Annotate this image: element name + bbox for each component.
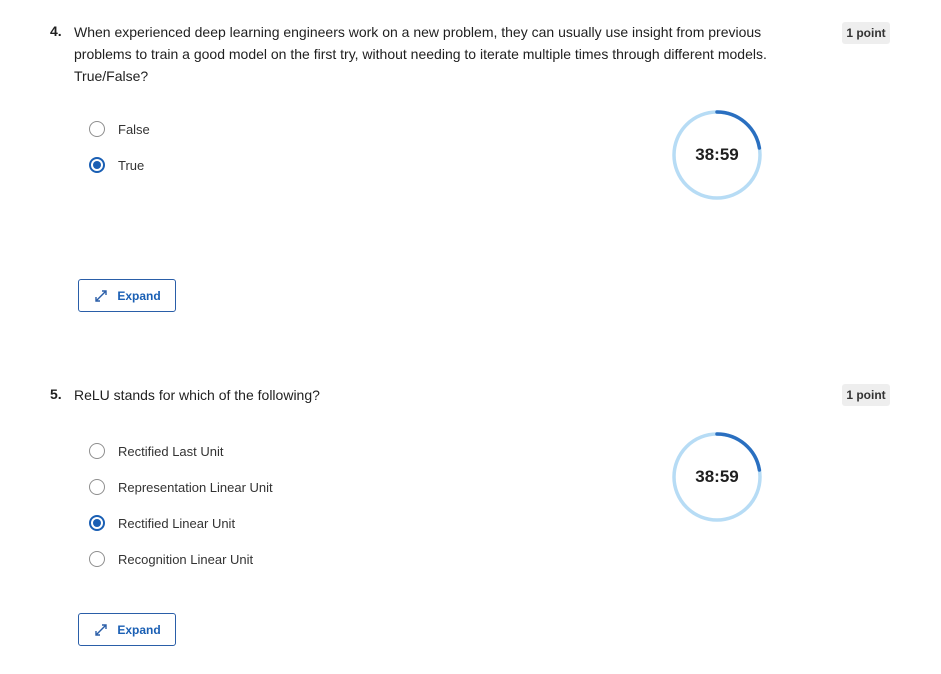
radio-button[interactable] [89, 551, 105, 567]
timer-text: 38:59 [695, 145, 739, 164]
question-number: 5. [50, 386, 62, 402]
radio-button-selected[interactable] [89, 515, 105, 531]
timer: 38:59 [670, 108, 764, 202]
expand-button[interactable]: Expand [78, 279, 176, 312]
points-badge: 1 point [842, 384, 890, 406]
radio-button[interactable] [89, 479, 105, 495]
option-label: False [118, 121, 150, 137]
timer: 38:59 [670, 430, 764, 524]
option-recognition-linear-unit[interactable]: Recognition Linear Unit [87, 548, 253, 570]
question-text: ReLU stands for which of the following? [74, 387, 320, 403]
expand-button[interactable]: Expand [78, 613, 176, 646]
question-number: 4. [50, 23, 62, 39]
points-badge: 1 point [842, 22, 890, 44]
radio-button[interactable] [89, 121, 105, 137]
option-false[interactable]: False [87, 118, 150, 140]
option-rectified-linear-unit[interactable]: Rectified Linear Unit [87, 512, 235, 534]
option-label: Rectified Linear Unit [118, 515, 236, 531]
option-true[interactable]: True [87, 154, 144, 176]
expand-arrows-icon [95, 623, 108, 636]
option-rectified-last-unit[interactable]: Rectified Last Unit [87, 440, 224, 462]
option-representation-linear-unit[interactable]: Representation Linear Unit [87, 476, 273, 498]
expand-arrows-icon [95, 289, 108, 302]
question-text: When experienced deep learning engineers… [74, 24, 767, 84]
option-label: True [118, 157, 145, 173]
radio-button[interactable] [89, 443, 105, 459]
option-label: Recognition Linear Unit [118, 551, 254, 567]
option-label: Rectified Last Unit [118, 443, 224, 459]
expand-label: Expand [117, 288, 161, 303]
expand-label: Expand [117, 622, 161, 637]
timer-text: 38:59 [695, 467, 739, 486]
radio-button-selected[interactable] [89, 157, 105, 173]
option-label: Representation Linear Unit [118, 479, 273, 495]
